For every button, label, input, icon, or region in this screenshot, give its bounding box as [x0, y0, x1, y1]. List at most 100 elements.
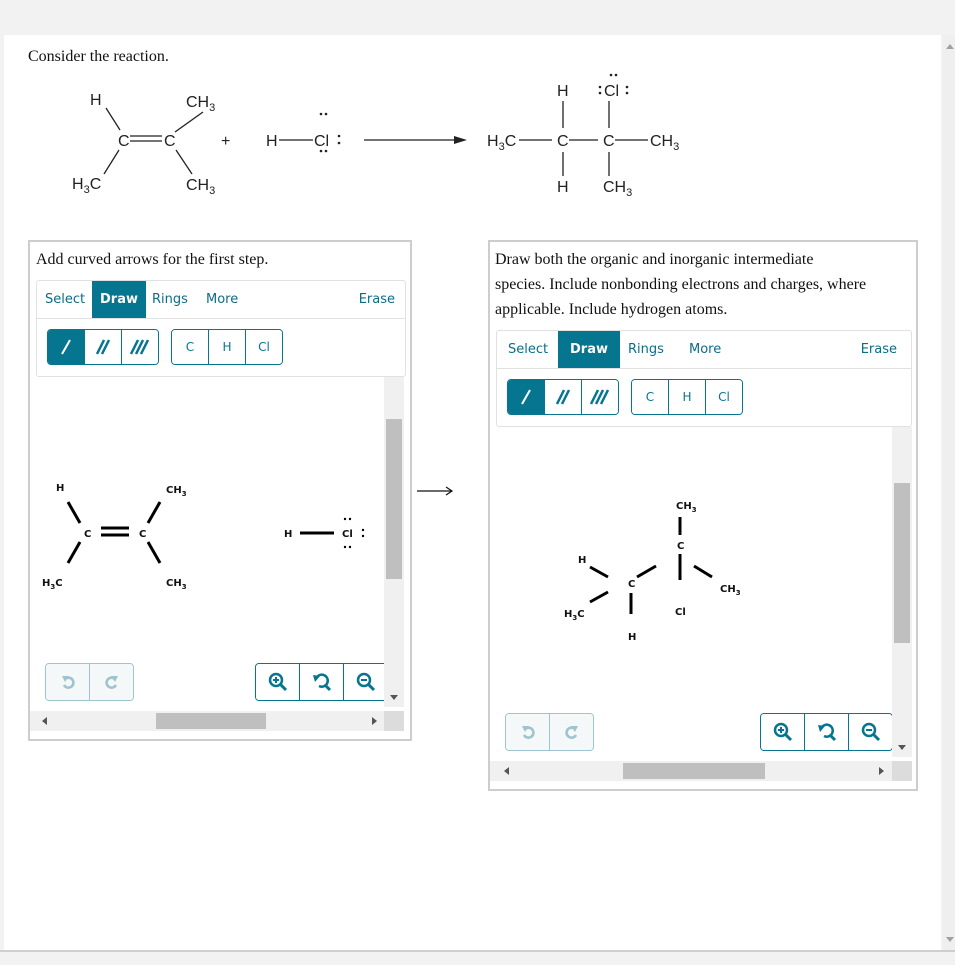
tab-select[interactable]: Select: [500, 331, 556, 368]
atom-h-bottom: H: [628, 632, 636, 643]
atom-c2: C: [164, 133, 176, 150]
atom-c-button[interactable]: C: [632, 380, 669, 414]
zoom-controls: [760, 713, 893, 751]
redo-button[interactable]: [90, 664, 133, 700]
canvas-alkene: H CH3 C C H3C CH3: [42, 483, 187, 591]
zoom-out-button[interactable]: [344, 664, 387, 700]
atom-ch3-bottom: CH3: [166, 578, 187, 591]
double-bond-icon: [555, 389, 571, 405]
drawing-canvas[interactable]: CH3 C H C CH3 Cl H3C H: [490, 427, 893, 757]
atom-h-button[interactable]: H: [209, 330, 246, 364]
double-bond-button[interactable]: [85, 330, 122, 364]
canvas-vertical-scrollbar[interactable]: [384, 377, 404, 707]
tab-more[interactable]: More: [681, 331, 729, 368]
tool-palette: C H Cl: [507, 379, 743, 415]
zoom-in-button[interactable]: [761, 714, 805, 750]
atom-c2: C: [139, 529, 146, 540]
bond-tool-group: [507, 379, 619, 415]
atom-c2: C: [603, 133, 615, 150]
tab-rings[interactable]: Rings: [620, 331, 672, 368]
plus-sign: +: [221, 133, 230, 150]
product-alkyl-chloride: H Cl H3C C C CH3 H CH3: [487, 73, 679, 199]
reset-zoom-icon: [817, 723, 836, 742]
reset-zoom-button[interactable]: [805, 714, 849, 750]
redo-icon: [564, 726, 578, 739]
curved-arrow-panel: Add curved arrows for the first step. Se…: [28, 240, 412, 741]
erase-button[interactable]: Erase: [351, 281, 403, 318]
atom-cl: Cl: [675, 607, 686, 618]
canvas-hcl: H Cl: [284, 517, 365, 549]
scroll-up-arrow-icon[interactable]: [946, 44, 954, 49]
atom-h-button[interactable]: H: [669, 380, 706, 414]
tab-draw[interactable]: Draw: [92, 281, 146, 318]
single-bond-button[interactable]: [48, 330, 85, 364]
tab-select[interactable]: Select: [37, 281, 93, 318]
redo-button[interactable]: [550, 714, 593, 750]
undo-icon: [521, 726, 535, 739]
scroll-left-arrow-icon[interactable]: [42, 717, 47, 725]
toolbar-tabs: Select Draw Rings More Erase: [37, 281, 405, 319]
tab-more[interactable]: More: [198, 281, 246, 318]
step-arrow-icon: [417, 486, 454, 496]
atom-h: H: [56, 483, 64, 494]
erase-button[interactable]: Erase: [853, 331, 905, 368]
single-bond-icon: [521, 389, 531, 405]
reset-zoom-button[interactable]: [300, 664, 344, 700]
tab-draw[interactable]: Draw: [558, 331, 620, 368]
atom-h3c: H3C: [564, 609, 585, 622]
scroll-down-arrow-icon[interactable]: [946, 937, 954, 942]
atom-h3c: H3C: [72, 176, 101, 196]
atom-h3c: H3C: [42, 578, 63, 591]
horizontal-scroll-thumb[interactable]: [623, 763, 765, 779]
atom-h: H: [578, 555, 586, 566]
reset-zoom-icon: [312, 673, 331, 692]
double-bond-button[interactable]: [545, 380, 582, 414]
drawing-canvas[interactable]: H CH3 C C H3C CH3 H Cl: [30, 377, 388, 707]
scroll-down-arrow-icon[interactable]: [898, 745, 906, 750]
reactant-hcl: H Cl: [266, 112, 341, 153]
atom-ch3-right: CH3: [650, 133, 679, 153]
triple-bond-icon: [130, 339, 150, 355]
history-controls: [505, 713, 594, 751]
zoom-out-icon: [861, 722, 880, 742]
zoom-out-button[interactable]: [849, 714, 892, 750]
sketcher-toolbar: Select Draw Rings More Erase C H Cl: [36, 280, 406, 377]
scroll-right-arrow-icon[interactable]: [879, 767, 884, 775]
panel-instruction: Draw both the organic and inorganic inte…: [495, 247, 915, 322]
atom-ch3-right: CH3: [720, 584, 741, 597]
tab-rings[interactable]: Rings: [144, 281, 196, 318]
toolbar-tabs: Select Draw Rings More Erase: [497, 331, 911, 369]
atom-ch3-top: CH3: [186, 94, 215, 114]
atom-cl: Cl: [604, 83, 619, 100]
atom-c1: C: [84, 529, 91, 540]
atom-ch3-bottom: CH3: [186, 177, 215, 197]
single-bond-button[interactable]: [508, 380, 545, 414]
panel-instruction: Add curved arrows for the first step.: [36, 251, 269, 268]
zoom-out-icon: [356, 672, 375, 692]
canvas-horizontal-scrollbar[interactable]: [490, 761, 892, 781]
instruction-line-1: Draw both the organic and inorganic inte…: [495, 251, 814, 268]
triple-bond-button[interactable]: [122, 330, 158, 364]
atom-ch3-bottom: CH3: [603, 179, 632, 199]
atom-cl-button[interactable]: Cl: [246, 330, 282, 364]
atom-cl: Cl: [342, 529, 353, 540]
atom-cl-button[interactable]: Cl: [706, 380, 742, 414]
atom-h3c: H3C: [487, 133, 516, 153]
reaction-scheme: H CH3 C C H3C CH3 + H Cl H Cl H3C C C CH…: [72, 73, 679, 199]
vertical-scroll-thumb[interactable]: [386, 419, 402, 579]
canvas-horizontal-scrollbar[interactable]: [30, 711, 384, 731]
vertical-scroll-thumb[interactable]: [894, 483, 910, 643]
page-divider: [0, 950, 955, 952]
zoom-controls: [255, 663, 388, 701]
undo-button[interactable]: [506, 714, 550, 750]
scroll-right-arrow-icon[interactable]: [372, 717, 377, 725]
undo-button[interactable]: [46, 664, 90, 700]
atom-ch3-top: CH3: [676, 501, 697, 514]
triple-bond-button[interactable]: [582, 380, 618, 414]
scroll-down-arrow-icon[interactable]: [390, 695, 398, 700]
atom-c-button[interactable]: C: [172, 330, 209, 364]
horizontal-scroll-thumb[interactable]: [156, 713, 266, 729]
zoom-in-button[interactable]: [256, 664, 300, 700]
canvas-vertical-scrollbar[interactable]: [892, 427, 912, 757]
scroll-left-arrow-icon[interactable]: [504, 767, 509, 775]
